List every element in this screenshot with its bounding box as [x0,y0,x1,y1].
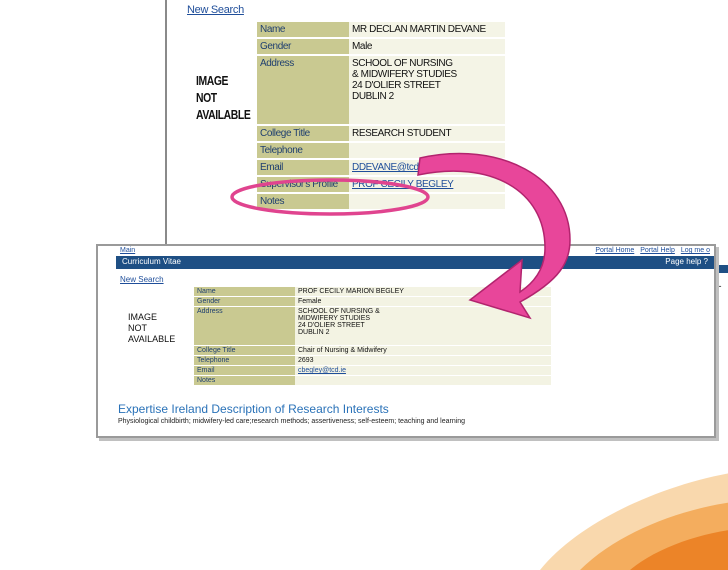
curved-arrow [417,152,571,320]
highlight-ellipse [230,178,430,216]
annotation-overlay [230,152,571,320]
